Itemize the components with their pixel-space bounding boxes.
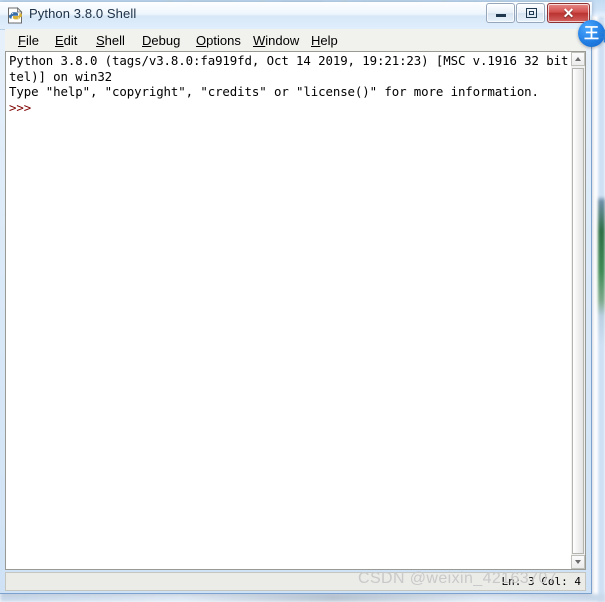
menu-accel-debug: D [142,33,152,48]
shell-output: Python 3.8.0 (tags/v3.8.0:fa919fd, Oct 1… [9,53,571,115]
python-shell-window: Python 3.8.0 Shell ✕ File Edit Shell Deb… [0,2,592,594]
status-bar: Ln: 3 Col: 4 [5,572,586,591]
python-idle-icon [8,7,23,24]
desktop-bottom-edge [0,594,605,602]
scroll-down-arrow-icon[interactable] [571,555,585,569]
menu-item-options[interactable]: Options [191,32,246,49]
menu-item-window[interactable]: Window [248,32,304,49]
shell-line-3: Type "help", "copyright", "credits" or "… [9,84,539,100]
menu-rest-options: ptions [206,33,241,48]
menu-item-debug[interactable]: Debug [137,32,185,49]
menu-rest-edit: dit [63,33,78,48]
ime-mode-indicator[interactable]: 中 [598,26,605,45]
minimize-icon [496,14,506,17]
shell-text-area[interactable]: Python 3.8.0 (tags/v3.8.0:fa919fd, Oct 1… [5,51,571,570]
menu-item-edit[interactable]: Edit [50,32,82,49]
menu-accel-options: O [196,33,207,48]
window-title: Python 3.8.0 Shell [29,6,137,21]
shell-line-1: Python 3.8.0 (tags/v3.8.0:fa919fd, Oct 1… [9,53,571,68]
menu-rest-help: elp [320,33,338,48]
menu-item-file[interactable]: File [13,32,44,49]
shell-line-2: tel)] on win32 [9,68,113,84]
scroll-up-arrow-icon[interactable] [571,52,585,66]
menu-accel-shell: S [96,33,105,48]
menu-accel-window: W [253,33,266,48]
menu-rest-file: ile [25,33,39,48]
shell-prompt: >>> [9,99,39,115]
minimize-button[interactable] [486,3,515,23]
scrollbar-thumb[interactable] [572,68,584,554]
menu-rest-shell: hell [104,33,125,48]
menu-item-shell[interactable]: Shell [91,32,130,49]
maximize-restore-button[interactable] [516,3,545,23]
menu-rest-debug: ebug [151,33,181,48]
title-bar[interactable]: Python 3.8.0 Shell ✕ [0,2,592,30]
menu-accel-edit: E [55,33,64,48]
menu-accel-help: H [311,33,321,48]
menu-bar: File Edit Shell Debug Options Window Hel… [5,29,586,52]
cursor-position-indicator: Ln: 3 Col: 4 [501,575,581,588]
vertical-scrollbar[interactable] [571,51,586,570]
desktop-right-edge [598,16,605,602]
restore-icon [526,8,537,18]
menu-accel-file: F [18,33,26,48]
menu-item-help[interactable]: Help [306,32,343,49]
menu-rest-window: indow [265,33,300,48]
